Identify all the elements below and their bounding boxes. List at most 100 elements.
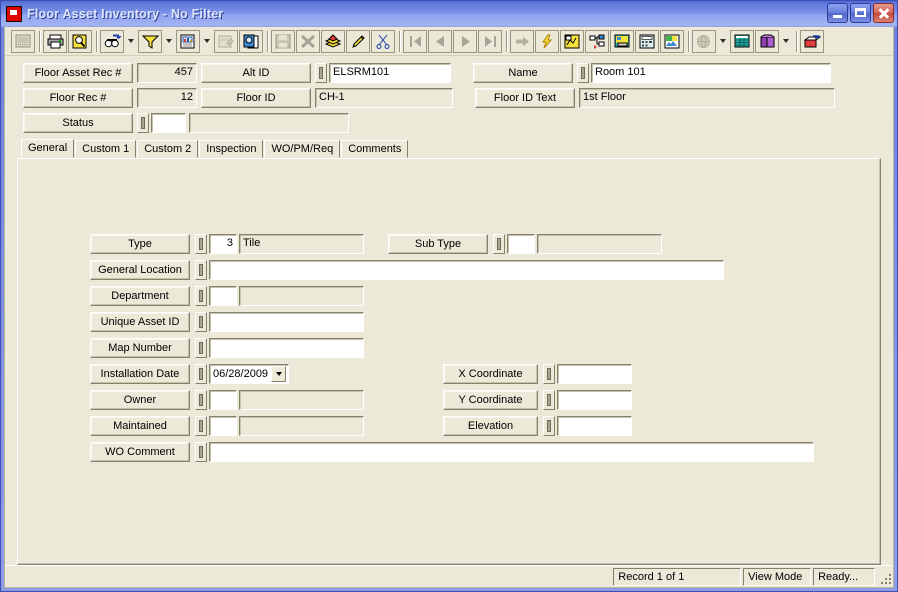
- print-preview-icon[interactable]: [68, 29, 92, 53]
- exit-icon[interactable]: [800, 29, 824, 53]
- save-icon[interactable]: [271, 29, 295, 53]
- name-lookup-button[interactable]: [577, 63, 589, 83]
- layers-icon[interactable]: [321, 29, 345, 53]
- general-location-label[interactable]: General Location: [90, 260, 190, 280]
- installation-date-dropdown-icon[interactable]: [271, 366, 287, 382]
- resize-grip-icon[interactable]: [877, 570, 891, 584]
- owner-lookup-button[interactable]: [195, 390, 207, 410]
- minimize-button[interactable]: [827, 3, 848, 23]
- client-area: Floor Asset Rec # 457 Alt ID ELSRM101 Na…: [4, 27, 894, 588]
- department-label[interactable]: Department: [90, 286, 190, 306]
- report-dropdown-arrow[interactable]: [201, 29, 213, 53]
- unique-asset-id-input[interactable]: [209, 312, 364, 332]
- alt-id-lookup-button[interactable]: [315, 63, 327, 83]
- floor-asset-rec-value: 457: [137, 63, 197, 83]
- maintained-code-input[interactable]: [209, 416, 237, 436]
- tree-view-icon[interactable]: [585, 29, 609, 53]
- sub-type-lookup-button[interactable]: [493, 234, 505, 254]
- quick-action-icon[interactable]: [535, 29, 559, 53]
- x-coordinate-label[interactable]: X Coordinate: [443, 364, 538, 384]
- floor-rec-label[interactable]: Floor Rec #: [23, 88, 133, 108]
- elevation-label[interactable]: Elevation: [443, 416, 538, 436]
- installation-date-label[interactable]: Installation Date: [90, 364, 190, 384]
- goto-record-icon[interactable]: [510, 29, 534, 53]
- wo-comment-input[interactable]: [209, 442, 814, 462]
- status-label[interactable]: Status: [23, 113, 133, 133]
- globe-dropdown-arrow[interactable]: [717, 29, 729, 53]
- y-coordinate-label[interactable]: Y Coordinate: [443, 390, 538, 410]
- map-number-lookup-button[interactable]: [195, 338, 207, 358]
- tab-custom-2[interactable]: Custom 2: [137, 140, 199, 158]
- x-coordinate-lookup-button[interactable]: [543, 364, 555, 384]
- find-dropdown-arrow[interactable]: [125, 29, 137, 53]
- calculator-icon[interactable]: [635, 29, 659, 53]
- tab-comments[interactable]: Comments: [341, 140, 409, 158]
- next-record-icon[interactable]: [453, 29, 477, 53]
- report-icon[interactable]: [176, 29, 200, 53]
- y-coordinate-lookup-button[interactable]: [543, 390, 555, 410]
- gis-icon[interactable]: [610, 29, 634, 53]
- unique-asset-id-label[interactable]: Unique Asset ID: [90, 312, 190, 332]
- department-lookup-button[interactable]: [195, 286, 207, 306]
- maintained-label[interactable]: Maintained: [90, 416, 190, 436]
- status-lookup-button[interactable]: [137, 113, 149, 133]
- owner-label[interactable]: Owner: [90, 390, 190, 410]
- map-number-input[interactable]: [209, 338, 364, 358]
- grid-icon[interactable]: [730, 29, 754, 53]
- form-properties-icon[interactable]: [214, 29, 238, 53]
- alt-id-label[interactable]: Alt ID: [201, 63, 311, 83]
- print-icon[interactable]: [43, 29, 67, 53]
- floor-asset-rec-label[interactable]: Floor Asset Rec #: [23, 63, 133, 83]
- x-coordinate-input[interactable]: [557, 364, 632, 384]
- filter-icon[interactable]: [138, 29, 162, 53]
- edit-pencil-icon[interactable]: [346, 29, 370, 53]
- wo-comment-lookup-button[interactable]: [195, 442, 207, 462]
- sub-type-label[interactable]: Sub Type: [388, 234, 488, 254]
- tab-general[interactable]: General: [21, 139, 75, 158]
- floor-id-label[interactable]: Floor ID: [201, 88, 311, 108]
- elevation-lookup-button[interactable]: [543, 416, 555, 436]
- type-lookup-button[interactable]: [195, 234, 207, 254]
- filter-dropdown-arrow[interactable]: [163, 29, 175, 53]
- general-location-input[interactable]: [209, 260, 724, 280]
- sub-type-code-input[interactable]: [507, 234, 535, 254]
- book-dropdown-arrow[interactable]: [780, 29, 792, 53]
- status-code-input[interactable]: [151, 113, 186, 133]
- name-label[interactable]: Name: [473, 63, 573, 83]
- general-location-lookup-button[interactable]: [195, 260, 207, 280]
- last-record-icon[interactable]: [478, 29, 502, 53]
- tab-wo-pm-req[interactable]: WO/PM/Req: [264, 140, 341, 158]
- delete-icon[interactable]: [296, 29, 320, 53]
- book-icon[interactable]: [755, 29, 779, 53]
- title-bar[interactable]: Floor Asset Inventory - No Filter: [1, 1, 897, 27]
- find-icon[interactable]: [100, 29, 124, 53]
- map-link-icon[interactable]: [560, 29, 584, 53]
- image-icon[interactable]: [660, 29, 684, 53]
- close-button[interactable]: [873, 3, 894, 23]
- first-record-icon[interactable]: [403, 29, 427, 53]
- name-input[interactable]: Room 101: [591, 63, 831, 83]
- floor-id-text-label[interactable]: Floor ID Text: [475, 88, 575, 108]
- globe-icon[interactable]: [692, 29, 716, 53]
- cut-scissors-icon[interactable]: [371, 29, 395, 53]
- elevation-input[interactable]: [557, 416, 632, 436]
- tab-inspection[interactable]: Inspection: [199, 140, 264, 158]
- alt-id-input[interactable]: ELSRM101: [329, 63, 451, 83]
- tab-custom-1[interactable]: Custom 1: [75, 140, 137, 158]
- previous-record-icon[interactable]: [428, 29, 452, 53]
- installation-date-lookup-button[interactable]: [195, 364, 207, 384]
- maximize-button[interactable]: [850, 3, 871, 23]
- maintained-lookup-button[interactable]: [195, 416, 207, 436]
- map-number-label[interactable]: Map Number: [90, 338, 190, 358]
- wo-comment-label[interactable]: WO Comment: [90, 442, 190, 462]
- unique-asset-id-lookup-button[interactable]: [195, 312, 207, 332]
- y-coordinate-input[interactable]: [557, 390, 632, 410]
- type-label[interactable]: Type: [90, 234, 190, 254]
- type-code-input[interactable]: 3: [209, 234, 237, 254]
- department-code-input[interactable]: [209, 286, 237, 306]
- copy-record-icon[interactable]: [239, 29, 263, 53]
- new-record-icon[interactable]: [11, 29, 35, 53]
- installation-date-input[interactable]: 06/28/2009: [213, 366, 268, 383]
- field-row-owner: Owner: [90, 390, 364, 410]
- owner-code-input[interactable]: [209, 390, 237, 410]
